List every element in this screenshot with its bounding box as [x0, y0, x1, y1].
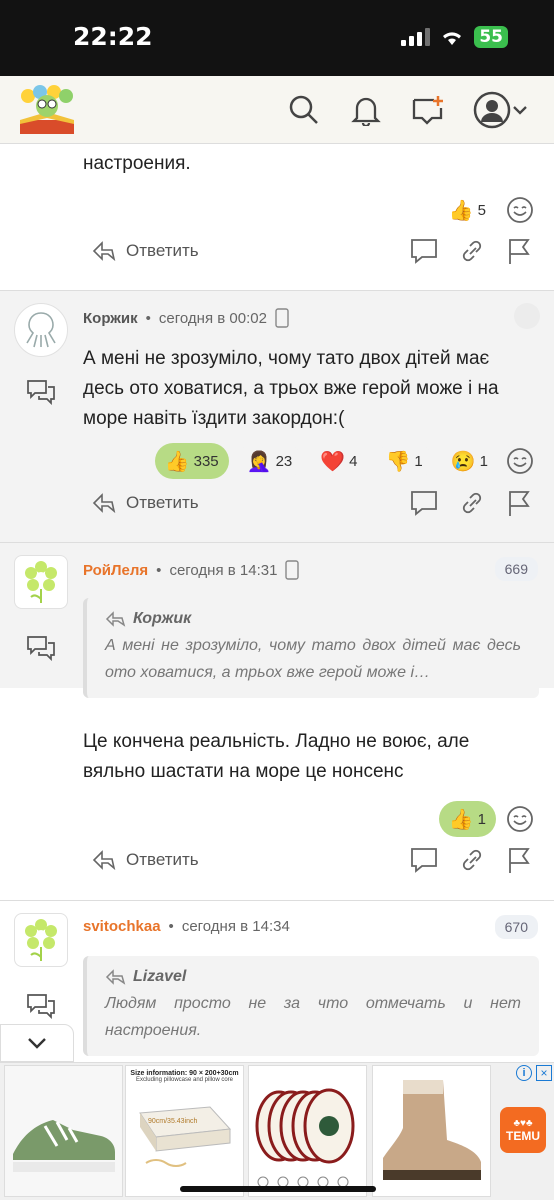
- comment-time[interactable]: сегодня в 14:34: [182, 918, 290, 935]
- avatar-icon: [473, 91, 511, 129]
- home-indicator: [180, 1186, 376, 1192]
- comment-time[interactable]: сегодня в 14:31: [169, 562, 277, 579]
- comment-text: настроения.: [83, 153, 191, 174]
- author-name[interactable]: РойЛеля: [83, 562, 148, 579]
- link-icon[interactable]: [460, 237, 484, 265]
- chevron-down-icon: [28, 1038, 46, 1049]
- scroll-down-button[interactable]: [0, 1024, 74, 1062]
- reaction-dislike[interactable]: 👎 1: [375, 443, 433, 479]
- chevron-down-icon: [513, 106, 527, 115]
- boot-icon: [383, 1080, 481, 1180]
- signal-icon: [401, 28, 431, 46]
- app-header: [0, 76, 554, 144]
- author-name[interactable]: Коржик: [83, 310, 138, 327]
- flag-icon[interactable]: [506, 237, 532, 265]
- search-icon[interactable]: [284, 90, 324, 130]
- add-reaction-icon[interactable]: [506, 447, 534, 475]
- octopus-icon: [26, 312, 56, 348]
- reaction-like[interactable]: 👍 5: [438, 192, 496, 228]
- quote-author[interactable]: Lizavel: [133, 968, 186, 986]
- comment-roylelya: РойЛеля • сегодня в 14:31 669 Коржик А м…: [0, 543, 554, 901]
- avatar[interactable]: [14, 555, 68, 609]
- ad-info-icon[interactable]: i: [516, 1065, 532, 1081]
- comment-icon[interactable]: [410, 846, 438, 874]
- avatar[interactable]: [14, 913, 68, 967]
- avatar[interactable]: [14, 303, 68, 357]
- profile-menu[interactable]: [468, 90, 534, 130]
- reply-button[interactable]: Ответить: [92, 241, 199, 261]
- link-icon[interactable]: [460, 846, 484, 874]
- flower-icon: [25, 919, 57, 961]
- bell-icon[interactable]: [346, 90, 386, 130]
- reply-button[interactable]: Ответить: [92, 493, 199, 513]
- placemat-icon: [255, 1088, 355, 1188]
- comment-icon[interactable]: [410, 489, 438, 517]
- wifi-icon: [443, 32, 462, 45]
- comment-text: Це кончена реальність. Ладно не воює, ал…: [83, 731, 470, 782]
- ad-product-mattress[interactable]: Size information: 90 × 200+30cm Excludin…: [125, 1065, 244, 1197]
- reply-icon: [92, 850, 116, 870]
- ad-product-sneakers[interactable]: [4, 1065, 123, 1197]
- reply-icon: [105, 969, 126, 985]
- comment-time[interactable]: сегодня в 00:02: [159, 310, 267, 327]
- reply-button[interactable]: Ответить: [92, 850, 199, 870]
- reaction-facepalm[interactable]: 🤦‍♀️ 23: [236, 443, 303, 479]
- reply-icon: [92, 241, 116, 261]
- ad-banner[interactable]: Size information: 90 × 200+30cm Excludin…: [0, 1062, 554, 1200]
- thumbs-down-icon: 👎: [385, 450, 411, 473]
- comment-text: А мені не зрозуміло, чому тато двох діте…: [83, 348, 499, 429]
- crying-face-icon: 😢: [450, 450, 476, 473]
- battery-indicator: 55: [474, 26, 508, 48]
- ad-product-boots[interactable]: [372, 1065, 491, 1197]
- reaction-cry[interactable]: 😢 1: [440, 443, 498, 479]
- quote-block: Коржик А мені не зрозуміло, чому тато дв…: [83, 598, 539, 698]
- status-bar: 22:22 55: [0, 0, 554, 76]
- comment-prev: настроения. 👍 5 Ответить: [0, 144, 554, 290]
- comment-svitochkaa: svitochkaa • сегодня в 14:34 670 Lizavel…: [0, 901, 554, 1062]
- sneaker-icon: [13, 1120, 115, 1172]
- quote-text: А мені не зрозуміло, чому тато двох діте…: [105, 637, 521, 681]
- comment-number[interactable]: 670: [494, 915, 538, 939]
- reply-count-icon: [27, 994, 55, 1019]
- reply-count-icon: [27, 380, 55, 405]
- thumbs-up-icon: 👍: [164, 450, 190, 473]
- new-message-icon[interactable]: [408, 90, 448, 130]
- author-name[interactable]: svitochkaa: [83, 918, 161, 935]
- status-time: 22:22: [73, 22, 153, 51]
- reply-icon: [105, 611, 126, 627]
- flower-icon: [25, 561, 57, 603]
- mattress-icon: [139, 1106, 232, 1167]
- reaction-like[interactable]: 👍 1: [438, 801, 496, 837]
- facepalm-icon: 🤦‍♀️: [246, 450, 272, 473]
- comment-number[interactable]: 669: [494, 557, 538, 581]
- temu-figures-icon: ♣♥♣: [513, 1117, 533, 1129]
- mobile-icon: [285, 560, 300, 580]
- temu-logo[interactable]: ♣♥♣ TEMU: [500, 1107, 546, 1153]
- comments-feed: настроения. 👍 5 Ответить Коржик • сегодн…: [0, 144, 554, 1062]
- reaction-heart[interactable]: ❤️ 4: [310, 443, 368, 479]
- reply-icon: [92, 493, 116, 513]
- quote-text: Людям просто не за что отмечать и нет на…: [105, 995, 521, 1039]
- quote-block: Lizavel Людям просто не за что отмечать …: [83, 956, 539, 1056]
- comment-icon[interactable]: [410, 237, 438, 265]
- flag-icon[interactable]: [506, 489, 532, 517]
- add-reaction-icon[interactable]: [506, 805, 534, 833]
- thumbs-up-icon: 👍: [448, 199, 474, 222]
- reaction-like[interactable]: 👍 335: [154, 443, 229, 479]
- comment-number-badge: [514, 303, 540, 329]
- site-logo[interactable]: [14, 82, 80, 138]
- ad-close-icon[interactable]: ×: [536, 1065, 552, 1081]
- heart-icon: ❤️: [320, 450, 346, 473]
- reply-count-icon: [27, 636, 55, 661]
- add-reaction-icon[interactable]: [506, 196, 534, 224]
- thumbs-up-icon: 👍: [448, 808, 474, 831]
- quote-author[interactable]: Коржик: [133, 610, 191, 628]
- mobile-icon: [275, 308, 289, 328]
- ad-product-placemats[interactable]: [248, 1065, 367, 1197]
- link-icon[interactable]: [460, 489, 484, 517]
- flag-icon[interactable]: [506, 846, 532, 874]
